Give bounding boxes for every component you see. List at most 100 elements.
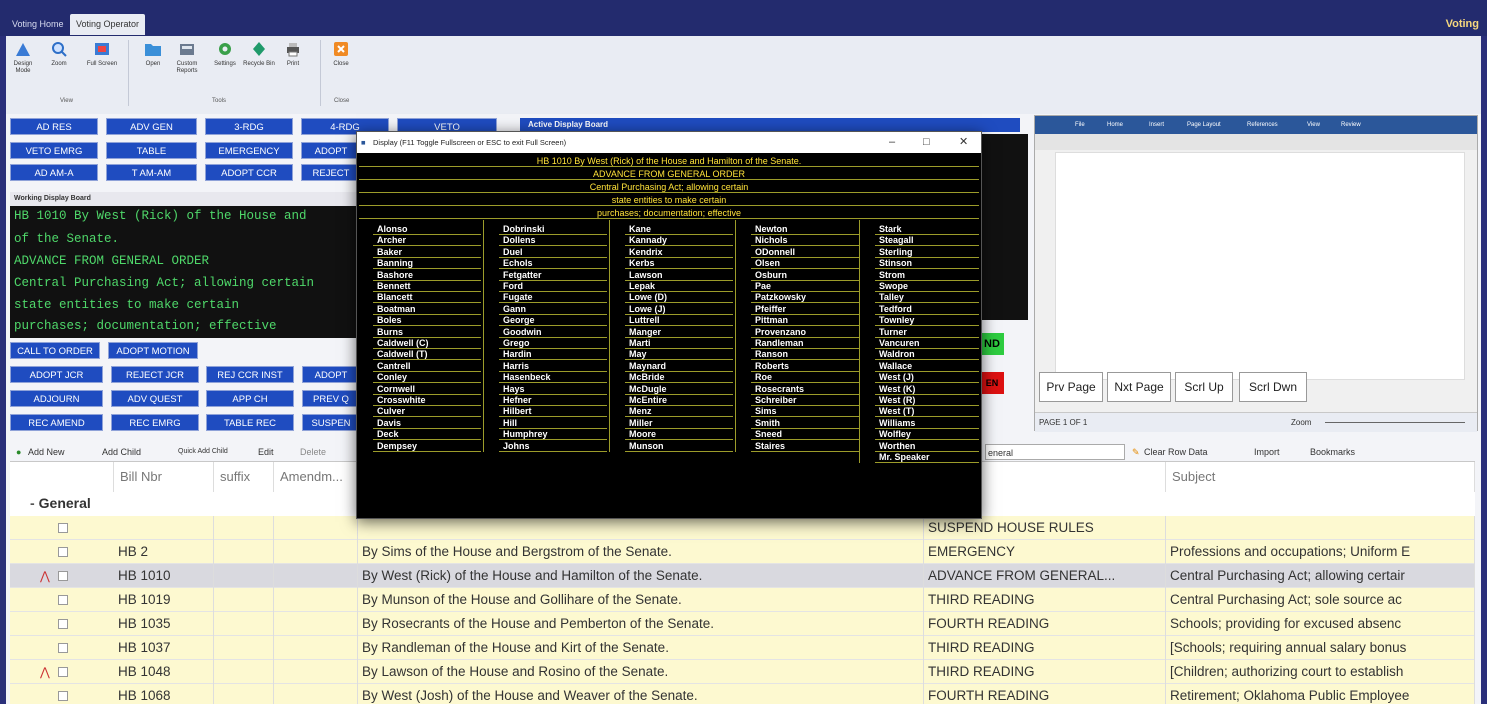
reject-jcr-button[interactable]: REJECT JCR (111, 366, 199, 383)
recycle-bin-button[interactable]: Recycle Bin (242, 40, 276, 68)
status-cell[interactable]: ADVANCE FROM GENERAL... (924, 564, 1166, 588)
table-row[interactable]: HB 1037 By Randleman of the House and Kir… (10, 636, 1475, 660)
bill-number-cell[interactable]: HB 1048 (114, 660, 214, 684)
bill-number-cell[interactable] (114, 516, 214, 540)
clear-row-data-button[interactable]: Clear Row Data (1144, 443, 1208, 461)
status-cell[interactable]: THIRD READING (924, 588, 1166, 612)
row-checkbox[interactable] (58, 619, 68, 629)
tab-voting-operator[interactable]: Voting Operator (70, 14, 146, 35)
adopt-motion-button[interactable]: ADOPT MOTION (108, 342, 198, 359)
document-page[interactable] (1055, 152, 1465, 380)
row-checkbox[interactable] (58, 523, 68, 533)
table-row[interactable]: ⋀ HB 1048 By Lawson of the House and Rosin… (10, 660, 1475, 684)
rec-amend-button[interactable]: REC AMEND (10, 414, 103, 431)
column-header-bill-nbr[interactable]: Bill Nbr (114, 462, 214, 492)
call-to-order-button[interactable]: CALL TO ORDER (10, 342, 100, 359)
tab-voting-home[interactable]: Voting Home (6, 14, 70, 35)
suffix-cell[interactable] (214, 588, 274, 612)
status-cell[interactable]: THIRD READING (924, 636, 1166, 660)
emergency-button[interactable]: EMERGENCY (205, 142, 293, 159)
menu-file[interactable]: File (1075, 116, 1085, 134)
bill-number-cell[interactable]: HB 1068 (114, 684, 214, 704)
edit-button[interactable]: Edit (258, 443, 274, 461)
bill-number-cell[interactable]: HB 1037 (114, 636, 214, 660)
bill-number-cell[interactable]: HB 2 (114, 540, 214, 564)
table-row[interactable]: SUSPEND HOUSE RULES (10, 516, 1475, 540)
veto-emrg-button[interactable]: VETO EMRG (10, 142, 98, 159)
table-row[interactable]: HB 1068 By West (Josh) of the House and W… (10, 684, 1475, 704)
add-new-button[interactable]: Add New (28, 443, 65, 461)
menu-view[interactable]: View (1307, 116, 1320, 134)
description-cell[interactable]: By Sims of the House and Bergstrom of th… (358, 540, 924, 564)
column-header-subject[interactable]: Subject (1166, 462, 1475, 492)
scroll-up-button[interactable]: Scrl Up (1175, 372, 1233, 402)
bill-number-cell[interactable]: HB 1010 (114, 564, 214, 588)
full-screen-button[interactable]: Full Screen (82, 40, 122, 68)
scroll-down-button[interactable]: Scrl Dwn (1239, 372, 1307, 402)
status-cell[interactable]: EMERGENCY (924, 540, 1166, 564)
suffix-cell[interactable] (214, 660, 274, 684)
amendment-cell[interactable] (274, 564, 358, 588)
description-cell[interactable]: By Munson of the House and Gollihare of … (358, 588, 924, 612)
subject-cell[interactable]: Central Purchasing Act; allowing certair (1166, 564, 1475, 588)
table-rec-button[interactable]: TABLE REC (206, 414, 294, 431)
table-row[interactable]: HB 1035 By Rosecrants of the House and Pe… (10, 612, 1475, 636)
open-button[interactable]: Open (136, 40, 170, 68)
delete-button[interactable]: Delete (300, 443, 326, 461)
app-ch-button[interactable]: APP CH (206, 390, 294, 407)
prev-page-button[interactable]: Prv Page (1039, 372, 1103, 402)
zoom-slider[interactable] (1325, 422, 1465, 423)
status-cell[interactable]: FOURTH READING (924, 684, 1166, 704)
row-checkbox[interactable] (58, 643, 68, 653)
bookmarks-button[interactable]: Bookmarks (1310, 443, 1355, 461)
suffix-cell[interactable] (214, 540, 274, 564)
status-cell[interactable]: SUSPEND HOUSE RULES (924, 516, 1166, 540)
subject-cell[interactable]: Retirement; Oklahoma Public Employee (1166, 684, 1475, 704)
subject-cell[interactable] (1166, 516, 1475, 540)
amendment-cell[interactable] (274, 612, 358, 636)
menu-review[interactable]: Review (1341, 116, 1361, 134)
close-button[interactable]: Close (324, 40, 358, 68)
row-checkbox[interactable] (58, 547, 68, 557)
column-header-suffix[interactable]: suffix (214, 462, 274, 492)
row-checkbox[interactable] (58, 595, 68, 605)
menu-page-layout[interactable]: Page Layout (1187, 116, 1221, 134)
bill-number-cell[interactable]: HB 1035 (114, 612, 214, 636)
window-close-icon[interactable]: ✕ (959, 132, 968, 153)
adopt-ccr-button[interactable]: ADOPT CCR (205, 164, 293, 181)
next-page-button[interactable]: Nxt Page (1107, 372, 1171, 402)
amendment-cell[interactable] (274, 660, 358, 684)
table-row[interactable]: HB 2 By Sims of the House and Bergstrom o… (10, 540, 1475, 564)
ad-am-a-button[interactable]: AD AM-A (10, 164, 98, 181)
amendment-cell[interactable] (274, 684, 358, 704)
adopt-button[interactable]: ADOPT (301, 142, 361, 159)
maximize-icon[interactable]: □ (923, 132, 930, 153)
adopt-button-2[interactable]: ADOPT (302, 366, 360, 383)
subject-cell[interactable]: [Children; authorizing court to establis… (1166, 660, 1475, 684)
t-am-am-button[interactable]: T AM-AM (106, 164, 197, 181)
zoom-button[interactable]: Zoom (42, 40, 76, 68)
suffix-cell[interactable] (214, 684, 274, 704)
amendment-cell[interactable] (274, 540, 358, 564)
row-checkbox[interactable] (58, 667, 68, 677)
amendment-cell[interactable] (274, 516, 358, 540)
suspend-button[interactable]: SUSPEN (302, 414, 360, 431)
amendment-cell[interactable] (274, 636, 358, 660)
description-cell[interactable]: By West (Rick) of the House and Hamilton… (358, 564, 924, 588)
filter-select[interactable]: eneral (985, 444, 1125, 460)
suffix-cell[interactable] (214, 612, 274, 636)
menu-home[interactable]: Home (1107, 116, 1123, 134)
subject-cell[interactable]: Schools; providing for excused absenc (1166, 612, 1475, 636)
3-rdg-button[interactable]: 3-RDG (205, 118, 293, 135)
subject-cell[interactable]: [Schools; requiring annual salary bonus (1166, 636, 1475, 660)
amendment-cell[interactable] (274, 588, 358, 612)
suffix-cell[interactable] (214, 516, 274, 540)
adv-quest-button[interactable]: ADV QUEST (111, 390, 199, 407)
settings-button[interactable]: Settings (208, 40, 242, 68)
description-cell[interactable]: By West (Josh) of the House and Weaver o… (358, 684, 924, 704)
menu-references[interactable]: References (1247, 116, 1278, 134)
column-header-amendment[interactable]: Amendm... (274, 462, 358, 492)
status-cell[interactable]: THIRD READING (924, 660, 1166, 684)
adopt-jcr-button[interactable]: ADOPT JCR (10, 366, 103, 383)
description-cell[interactable]: By Randleman of the House and Kirt of th… (358, 636, 924, 660)
